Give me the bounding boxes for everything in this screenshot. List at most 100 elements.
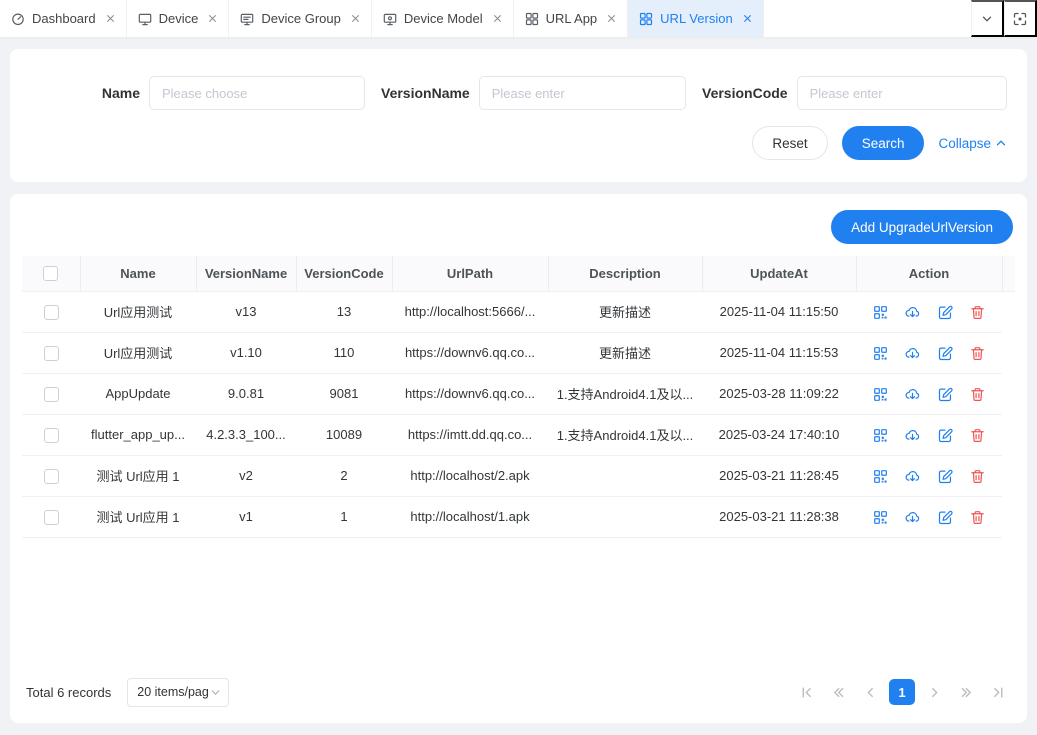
download-button[interactable]	[905, 469, 920, 484]
tab-device-group[interactable]: Device Group	[229, 0, 371, 37]
cell-version-name: v1	[196, 496, 296, 537]
cell-url-path: https://downv6.qq.co...	[392, 373, 548, 414]
cell-version-name: v1.10	[196, 332, 296, 373]
cell-url-path: http://localhost:5666/...	[392, 291, 548, 332]
reset-button[interactable]: Reset	[752, 126, 827, 160]
row-checkbox[interactable]	[44, 387, 59, 402]
trash-icon	[970, 387, 985, 402]
cloud-download-icon	[905, 428, 920, 443]
row-checkbox[interactable]	[44, 346, 59, 361]
trash-icon	[970, 469, 985, 484]
delete-button[interactable]	[970, 305, 985, 320]
device-group-icon	[240, 12, 254, 26]
table-footer: Total 6 records 20 items/pag 1	[22, 669, 1015, 715]
delete-button[interactable]	[970, 387, 985, 402]
prev-group-icon	[832, 686, 845, 699]
cloud-download-icon	[905, 305, 920, 320]
qrcode-icon	[873, 510, 888, 525]
cell-description: 1.支持Android4.1及以...	[548, 373, 702, 414]
cell-update-at: 2025-03-21 11:28:38	[702, 496, 856, 537]
filter-actions: Reset Search Collapse	[60, 126, 1007, 160]
table-header-row: Name VersionName VersionCode UrlPath Des…	[22, 256, 1015, 291]
qrcode-button[interactable]	[873, 469, 888, 484]
edit-button[interactable]	[938, 305, 953, 320]
version-code-input[interactable]	[797, 76, 1007, 110]
cell-version-code: 1	[296, 496, 392, 537]
delete-button[interactable]	[970, 428, 985, 443]
edit-button[interactable]	[938, 428, 953, 443]
page-size-select[interactable]: 20 items/pag	[127, 678, 229, 707]
delete-button[interactable]	[970, 346, 985, 361]
row-checkbox[interactable]	[44, 510, 59, 525]
select-all-checkbox[interactable]	[43, 266, 58, 281]
cell-update-at: 2025-11-04 11:15:53	[702, 332, 856, 373]
tab-url-version[interactable]: URL Version	[628, 0, 764, 37]
prev-group-button[interactable]	[825, 679, 851, 705]
add-upgrade-url-version-button[interactable]: Add UpgradeUrlVersion	[831, 210, 1013, 244]
cell-url-path: http://localhost/1.apk	[392, 496, 548, 537]
close-icon[interactable]	[351, 14, 360, 23]
download-button[interactable]	[905, 428, 920, 443]
tab-device-model[interactable]: Device Model	[372, 0, 514, 37]
cell-update-at: 2025-03-28 11:09:22	[702, 373, 856, 414]
cell-name: AppUpdate	[80, 373, 196, 414]
download-button[interactable]	[905, 346, 920, 361]
download-button[interactable]	[905, 305, 920, 320]
edit-button[interactable]	[938, 346, 953, 361]
cell-url-path: https://downv6.qq.co...	[392, 332, 548, 373]
first-page-button[interactable]	[793, 679, 819, 705]
qrcode-button[interactable]	[873, 387, 888, 402]
search-filter-panel: Name VersionName VersionCode Reset Searc…	[10, 49, 1027, 182]
download-button[interactable]	[905, 510, 920, 525]
next-page-button[interactable]	[921, 679, 947, 705]
edit-button[interactable]	[938, 469, 953, 484]
qrcode-button[interactable]	[873, 510, 888, 525]
version-name-input[interactable]	[479, 76, 686, 110]
row-checkbox[interactable]	[44, 469, 59, 484]
filter-row: Name VersionName VersionCode	[60, 76, 1007, 110]
chevron-up-icon	[995, 137, 1007, 149]
close-icon[interactable]	[493, 14, 502, 23]
tab-device[interactable]: Device	[127, 0, 230, 37]
close-icon[interactable]	[208, 14, 217, 23]
edit-button[interactable]	[938, 387, 953, 402]
delete-button[interactable]	[970, 510, 985, 525]
qrcode-button[interactable]	[873, 346, 888, 361]
tab-dashboard[interactable]: Dashboard	[0, 0, 127, 37]
edit-icon	[938, 387, 953, 402]
next-group-button[interactable]	[953, 679, 979, 705]
row-checkbox[interactable]	[44, 305, 59, 320]
collapse-label: Collapse	[938, 136, 991, 151]
edit-icon	[938, 346, 953, 361]
edit-icon	[938, 305, 953, 320]
first-page-icon	[800, 686, 813, 699]
delete-button[interactable]	[970, 469, 985, 484]
trash-icon	[970, 346, 985, 361]
qrcode-icon	[873, 428, 888, 443]
close-icon[interactable]	[607, 14, 616, 23]
collapse-toggle[interactable]: Collapse	[938, 136, 1007, 151]
prev-page-button[interactable]	[857, 679, 883, 705]
row-checkbox[interactable]	[44, 428, 59, 443]
table-row: 测试 Url应用 1 v2 2 http://localhost/2.apk 2…	[22, 455, 1015, 496]
download-button[interactable]	[905, 387, 920, 402]
page-1-button[interactable]: 1	[889, 679, 915, 705]
close-icon[interactable]	[743, 14, 752, 23]
name-select[interactable]	[149, 76, 365, 110]
edit-button[interactable]	[938, 510, 953, 525]
tab-list-dropdown-button[interactable]	[971, 0, 1004, 37]
qrcode-icon	[873, 305, 888, 320]
fullscreen-icon	[1013, 12, 1027, 26]
qrcode-button[interactable]	[873, 428, 888, 443]
chevron-down-icon	[981, 13, 993, 25]
edit-icon	[938, 510, 953, 525]
search-button[interactable]: Search	[842, 126, 925, 160]
fullscreen-button[interactable]	[1004, 0, 1037, 37]
tab-url-app[interactable]: URL App	[514, 0, 629, 37]
column-header-update-at: UpdateAt	[702, 256, 856, 291]
url-app-icon	[525, 12, 539, 26]
last-page-button[interactable]	[985, 679, 1011, 705]
qrcode-button[interactable]	[873, 305, 888, 320]
close-icon[interactable]	[106, 14, 115, 23]
table-panel: Add UpgradeUrlVersion Name VersionName V…	[10, 194, 1027, 723]
